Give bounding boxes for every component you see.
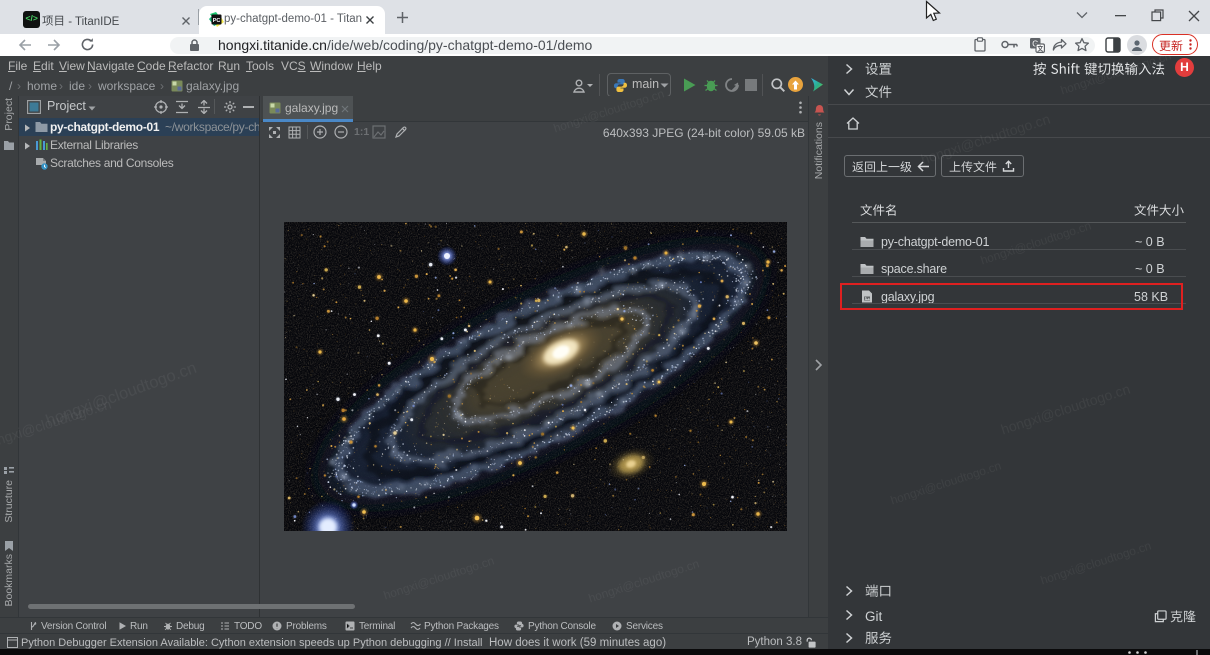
svg-text:PC: PC	[213, 18, 221, 24]
